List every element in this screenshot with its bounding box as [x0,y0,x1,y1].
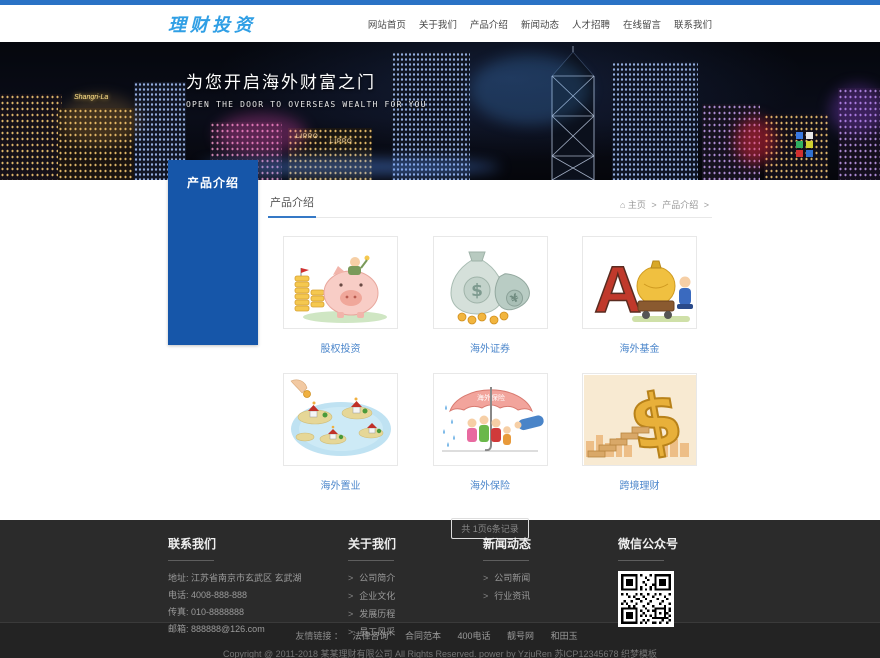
hero-neon-signs [806,132,813,139]
copyright-text: Copyright @ 2011-2018 某某理财有限公司 All Right… [0,647,880,658]
product-title[interactable]: 海外基金 [582,340,697,355]
product-title[interactable]: 海外置业 [283,477,398,492]
footer-link-history[interactable]: >发展历程 [348,607,483,620]
section-header: 产品介绍 ⌂ 主页 > 产品介绍 > [268,190,712,218]
divider [483,560,529,561]
breadcrumb-home[interactable]: 主页 [628,200,646,210]
nav-item-jobs[interactable]: 人才招聘 [572,17,610,31]
hero-neon-glow [60,95,140,145]
svg-text:A: A [594,252,642,326]
divider [618,560,664,561]
product-card: 股权投资 [283,236,398,355]
hero-sign-hotel: Shangri-La [74,94,108,101]
hero-subtitle: OPEN THE DOOR TO OVERSEAS WEALTH FOR YOU [186,100,427,109]
product-image-overseas-insurance[interactable]: 海外保险 [433,373,548,466]
svg-text:$: $ [471,281,483,301]
product-image-crossborder-finance[interactable]: $ [582,373,697,466]
product-card: 海外保险 海外保险 [433,373,548,492]
product-image-overseas-property[interactable] [283,373,398,466]
site-header: 理财投资 网站首页 关于我们 产品介绍 新闻动态 人才招聘 在线留言 联系我们 [0,5,880,42]
footer-about-title: 关于我们 [348,535,483,552]
hero-neon-glow [216,114,306,154]
footer-contact-title: 联系我们 [168,535,348,552]
hero-neon-glow [470,55,590,125]
site-logo[interactable]: 理财投资 [168,11,256,37]
footer-link-company-news[interactable]: >公司新闻 [483,571,618,584]
nav-item-news[interactable]: 新闻动态 [521,17,559,31]
wechat-qr-code [618,571,674,627]
footer-link-company-profile[interactable]: >公司简介 [348,571,483,584]
sidebar-product-menu: 产品介绍 [168,160,258,345]
product-section: 产品介绍 ⌂ 主页 > 产品介绍 > [268,180,712,539]
contact-phone: 电话: 4008-888-888 [168,588,348,601]
footer-contact-column: 联系我们 地址: 江苏省南京市玄武区 玄武湖 电话: 4008-888-888 … [168,535,348,643]
hero-building [0,94,62,180]
product-card: $ 跨境理财 [582,373,697,492]
arrow-icon: > [348,591,353,601]
nav-item-home[interactable]: 网站首页 [368,17,406,31]
arrow-icon: > [483,573,488,583]
home-icon: ⌂ [620,200,625,210]
nav-item-message[interactable]: 在线留言 [623,17,661,31]
main-content-area: 产品介绍 产品介绍 ⌂ 主页 > 产品介绍 > [168,180,712,520]
footer-link-culture[interactable]: >企业文化 [348,589,483,602]
product-grid: 股权投资 $ ¥ [268,218,712,510]
product-card: A 海外基金 [582,236,697,355]
hero-building [612,62,698,180]
footer-wechat-title: 微信公众号 [618,535,712,552]
product-image-overseas-fund[interactable]: A [582,236,697,329]
section-title: 产品介绍 [268,190,316,218]
product-card: 海外置业 [283,373,398,492]
hero-sign-lippo: LIPPO [330,139,353,145]
divider [168,560,214,561]
hero-neon-glow [830,85,880,135]
footer-wechat-column: 微信公众号 [618,535,712,643]
nav-item-products[interactable]: 产品介绍 [470,17,508,31]
hero-banner: Shangri-La LIPPO LIPPO 为您开启海外财富之门 OPEN T… [0,42,880,180]
arrow-icon: > [348,627,353,637]
arrow-icon: > [483,591,488,601]
main-nav: 网站首页 关于我们 产品介绍 新闻动态 人才招聘 在线留言 联系我们 [368,17,712,31]
product-image-equity-investment[interactable] [283,236,398,329]
product-title[interactable]: 海外证券 [433,340,548,355]
hero-sign-lippo: LIPPO [296,134,319,140]
sidebar-title: 产品介绍 [168,160,258,205]
footer-link-industry-news[interactable]: >行业资讯 [483,589,618,602]
breadcrumb: ⌂ 主页 > 产品介绍 > [620,198,712,217]
contact-email: 邮箱: 888888@126.com [168,622,348,635]
product-title[interactable]: 跨境理财 [582,477,697,492]
footer-news-column: 新闻动态 >公司新闻 >行业资讯 [483,535,618,643]
arrow-icon: > [348,609,353,619]
product-image-overseas-securities[interactable]: $ ¥ [433,236,548,329]
footer-news-title: 新闻动态 [483,535,618,552]
product-card: $ ¥ 海外证券 [433,236,548,355]
site-footer: 联系我们 地址: 江苏省南京市玄武区 玄武湖 电话: 4008-888-888 … [0,520,880,622]
nav-item-about[interactable]: 关于我们 [419,17,457,31]
hero-neon-glow [735,118,775,164]
nav-item-contact[interactable]: 联系我们 [674,17,712,31]
arrow-icon: > [348,573,353,583]
contact-address: 地址: 江苏省南京市玄武区 玄武湖 [168,571,348,584]
product-title[interactable]: 海外保险 [433,477,548,492]
contact-fax: 传真: 010-8888888 [168,605,348,618]
hero-title: 为您开启海外财富之门 [186,68,427,93]
hero-neon-signs [796,132,803,139]
footer-link-staff[interactable]: >员工风采 [348,625,483,638]
divider [348,560,394,561]
breadcrumb-current[interactable]: 产品介绍 [662,200,698,210]
product-title[interactable]: 股权投资 [283,340,398,355]
footer-about-column: 关于我们 >公司简介 >企业文化 >发展历程 >员工风采 [348,535,483,643]
